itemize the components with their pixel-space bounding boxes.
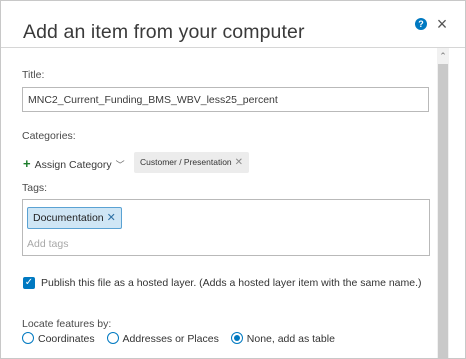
radio-icon: [106, 332, 119, 344]
title-input[interactable]: MNC2_Current_Funding_BMS_WBV_less25_perc…: [22, 87, 429, 112]
tag-chip-label: Documentation: [33, 212, 104, 224]
locate-option-none[interactable]: None, add as table: [230, 332, 335, 345]
chevron-down-icon: ﹀: [115, 160, 125, 170]
title-label: Title:: [22, 69, 45, 81]
radio-icon: [22, 332, 34, 344]
publish-checkbox[interactable]: ✓: [23, 277, 35, 289]
scrollbar[interactable]: ⌃: [437, 48, 449, 358]
dialog-title: Add an item from your computer: [23, 21, 305, 43]
close-icon[interactable]: ×: [433, 15, 451, 33]
dialog-body: Title: MNC2_Current_Funding_BMS_WBV_less…: [1, 48, 437, 358]
locate-option-label: Addresses or Places: [122, 333, 219, 345]
locate-label: Locate features by:: [22, 318, 112, 330]
locate-options: Coordinates Addresses or Places None, ad…: [22, 332, 344, 346]
assign-category-button[interactable]: + Assign Category ﹀: [23, 156, 125, 171]
locate-option-addresses[interactable]: Addresses or Places: [106, 332, 219, 345]
scroll-up-icon[interactable]: ⌃: [437, 49, 449, 63]
remove-category-icon[interactable]: ✕: [235, 157, 243, 168]
tags-label: Tags:: [22, 182, 48, 194]
category-chip-label: Customer / Presentation: [140, 157, 232, 167]
locate-option-label: Coordinates: [38, 333, 95, 345]
add-item-dialog: Add an item from your computer ? × Title…: [0, 0, 466, 359]
radio-selected-icon: [230, 332, 243, 344]
scroll-thumb[interactable]: [438, 64, 448, 358]
categories-label: Categories:: [22, 130, 76, 142]
locate-option-label: None, add as table: [246, 333, 335, 345]
remove-tag-icon[interactable]: ✕: [107, 212, 116, 224]
help-icon[interactable]: ?: [415, 18, 427, 30]
tag-chip: Documentation ✕: [27, 207, 122, 229]
tags-placeholder[interactable]: Add tags: [27, 238, 68, 250]
plus-icon: +: [23, 156, 31, 171]
publish-label: Publish this file as a hosted layer. (Ad…: [41, 277, 422, 289]
locate-option-coordinates[interactable]: Coordinates: [22, 332, 95, 345]
dialog-header: Add an item from your computer ? ×: [1, 1, 465, 48]
assign-category-label: Assign Category: [34, 159, 112, 171]
tags-input[interactable]: Documentation ✕ Add tags: [22, 199, 430, 256]
category-chip: Customer / Presentation ✕: [134, 152, 250, 173]
